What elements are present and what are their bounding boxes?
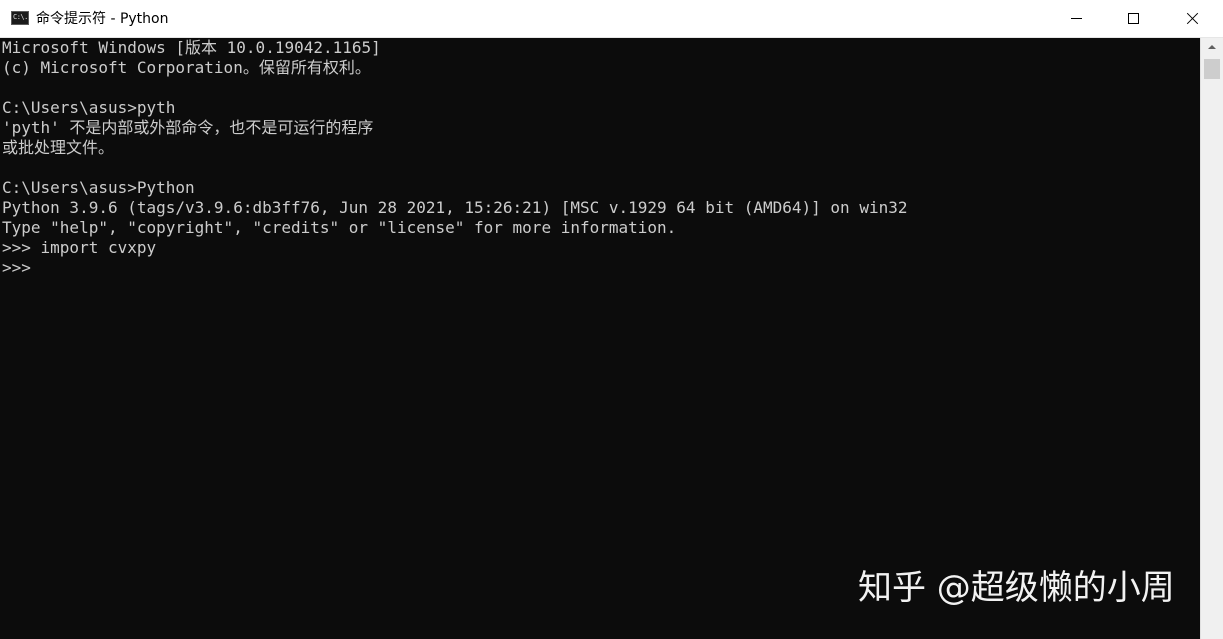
console-output[interactable]: Microsoft Windows [版本 10.0.19042.1165] (…	[0, 38, 1200, 639]
minimize-button[interactable]	[1047, 0, 1105, 37]
console-line: Microsoft Windows [版本 10.0.19042.1165]	[2, 38, 381, 57]
close-button[interactable]	[1163, 0, 1221, 37]
maximize-button[interactable]	[1105, 0, 1163, 37]
maximize-icon	[1128, 13, 1139, 24]
vertical-scrollbar[interactable]	[1200, 38, 1223, 639]
console-prompt[interactable]: >>>	[2, 258, 31, 278]
close-icon	[1186, 12, 1199, 25]
minimize-icon	[1071, 18, 1082, 19]
console-line: Type "help", "copyright", "credits" or "…	[2, 218, 677, 237]
console-line: >>> import cvxpy	[2, 238, 157, 257]
console-line: 或批处理文件。	[2, 138, 115, 157]
console-line: C:\Users\asus>pyth	[2, 98, 176, 117]
cmd-icon[interactable]: C:\.	[11, 11, 29, 25]
console-line: C:\Users\asus>Python	[2, 178, 195, 197]
console-line: (c) Microsoft Corporation。保留所有权利。	[2, 58, 371, 77]
chevron-up-icon	[1208, 45, 1216, 49]
title-bar[interactable]: C:\. 命令提示符 - Python	[0, 0, 1223, 38]
cmd-icon-label: C:\.	[13, 13, 28, 21]
scroll-thumb[interactable]	[1204, 59, 1220, 79]
watermark: 知乎 @超级懒的小周	[858, 568, 1175, 608]
console-line: Python 3.9.6 (tags/v3.9.6:db3ff76, Jun 2…	[2, 198, 908, 217]
window-title: 命令提示符 - Python	[36, 11, 169, 27]
scroll-up-button[interactable]	[1201, 38, 1223, 56]
console-line: 'pyth' 不是内部或外部命令，也不是可运行的程序	[2, 118, 374, 137]
cmd-window: C:\. 命令提示符 - Python Microsoft Windows [版…	[0, 0, 1223, 639]
